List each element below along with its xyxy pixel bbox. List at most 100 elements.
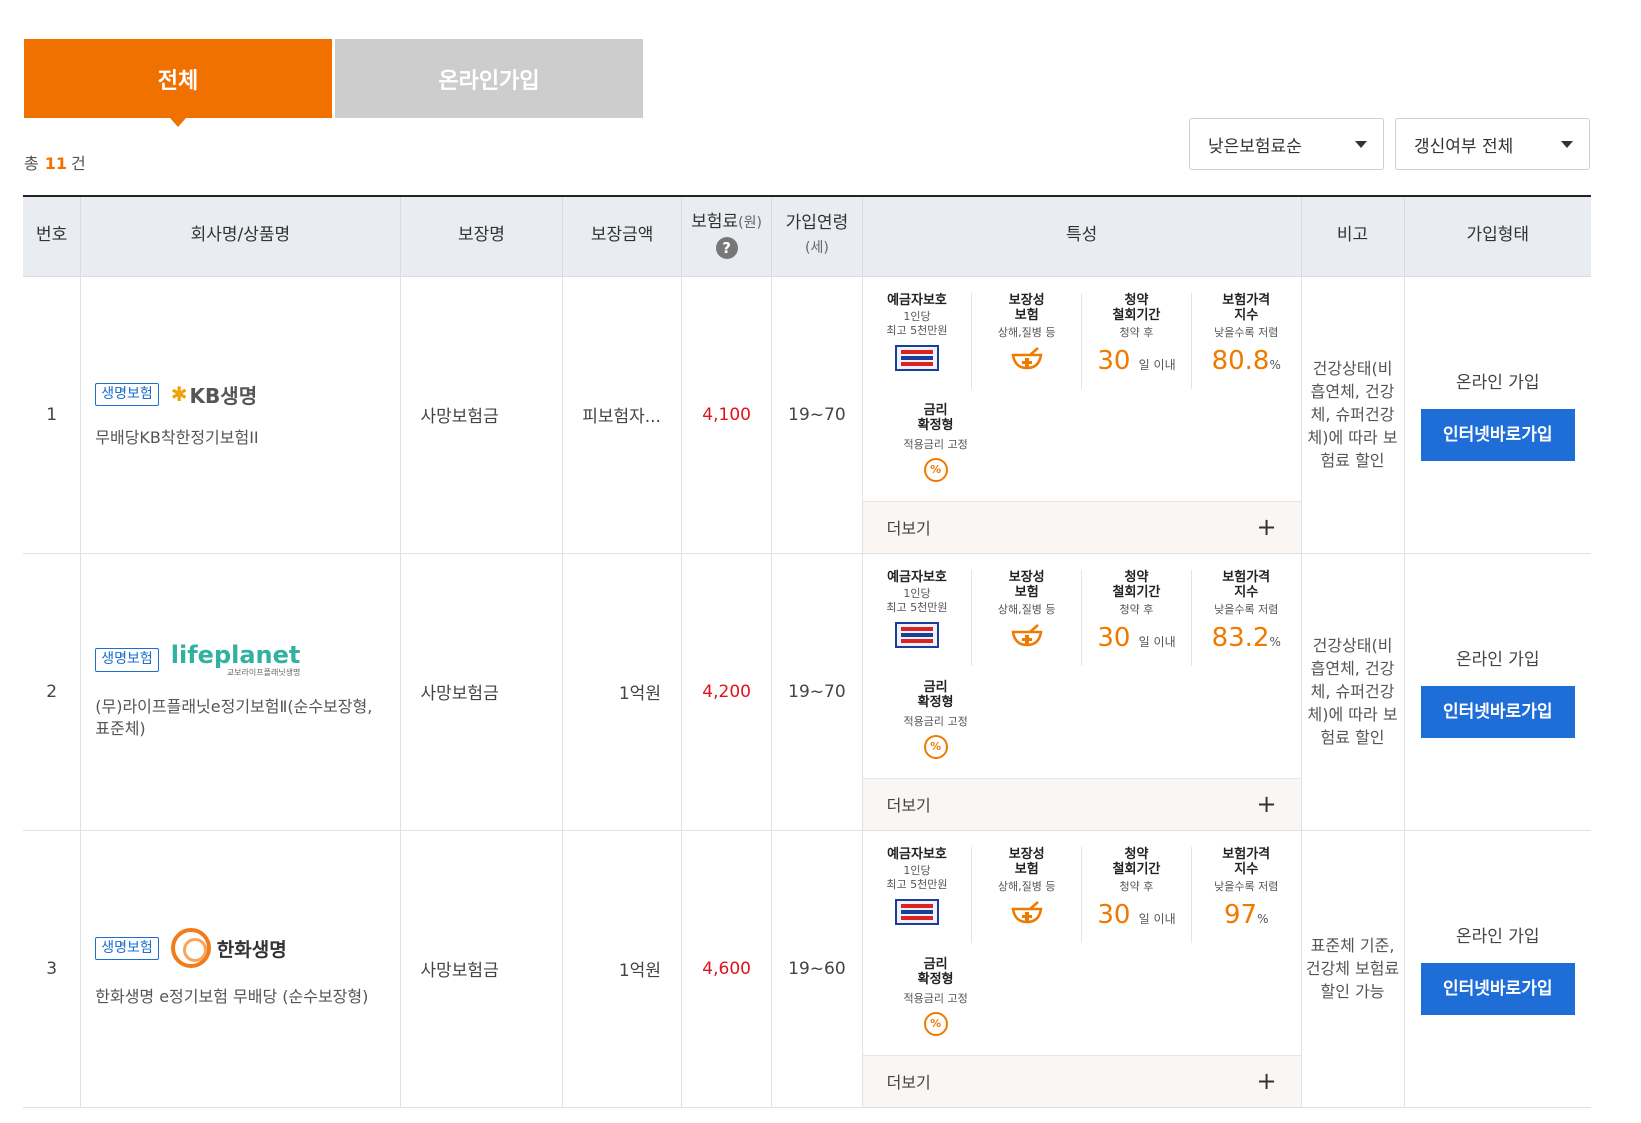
company-cell: 생명보험 lifeplanet 교보라이프플래닛생명 (무)라이프플래닛e정기보험Ⅱ(… <box>80 553 401 831</box>
internet-join-button[interactable]: 인터넷바로가입 <box>1420 409 1575 461</box>
chevron-down-icon <box>1561 141 1573 148</box>
percent-icon: % <box>923 457 948 482</box>
company-logo-text: lifeplanet <box>170 640 301 669</box>
category-badge: 생명보험 <box>95 648 159 672</box>
features-cell: 예금자보호 1인당 최고 5천만원 보장성 보험 상해,질병 등 청약 철회기간 청약 후 30 … <box>862 830 1302 1108</box>
help-icon[interactable]: ? <box>715 237 738 260</box>
feature-deposit-protection: 예금자보호 1인당 최고 5천만원 <box>863 569 973 666</box>
coverage-name: 사망보험금 <box>400 276 564 554</box>
withdraw-days: 30 <box>1097 622 1131 653</box>
table-row: 2 생명보험 lifeplanet 교보라이프플래닛생명 (무)라이프플래닛e정기보험Ⅱ… <box>23 553 1591 831</box>
product-table: 번호 회사명/상품명 보장명 보장금액 보험료(원) ? 가입연령 (세) 특성… <box>23 195 1591 1108</box>
feature-price-index: 보험가격 지수 낮을수록 저렴 83.2% <box>1192 570 1301 666</box>
feature-title: 철회기간 <box>1112 308 1161 324</box>
more-button[interactable]: 더보기 + <box>862 1054 1301 1107</box>
premium-value: 4,200 <box>681 553 773 831</box>
company-logo-lifeplanet: lifeplanet 교보라이프플래닛생명 <box>171 643 301 678</box>
join-type-label: 온라인 가입 <box>1455 650 1540 670</box>
header-num: 번호 <box>23 196 82 277</box>
renewal-filter-value: 갱신여부 전체 <box>1414 136 1514 157</box>
percent-icon: % <box>923 734 948 759</box>
header-join-type: 가입형태 <box>1404 196 1591 277</box>
product-name[interactable]: 한화생명 e정기보험 무배당 (순수보장형) <box>95 986 387 1008</box>
feature-protection-insurance: 보장성 보험 상해,질병 등 <box>972 846 1083 943</box>
count-suffix: 건 <box>71 154 86 173</box>
feature-title: 청약 <box>1124 292 1149 308</box>
company-logo-hanwha: 한화생명 <box>170 928 287 969</box>
coverage-name: 사망보험금 <box>400 553 564 831</box>
feature-title: 보험가격 <box>1222 569 1271 585</box>
row-number: 2 <box>23 553 82 831</box>
feature-title: 보험 <box>1014 862 1039 878</box>
feature-title: 확정형 <box>917 695 954 711</box>
kdic-emblem-icon <box>894 898 939 925</box>
category-badge: 생명보험 <box>95 936 159 960</box>
feature-sub: 청약 후 <box>1119 325 1154 339</box>
premium-value: 4,600 <box>681 830 773 1108</box>
result-count: 총 11 건 <box>24 150 86 174</box>
plus-icon: + <box>1256 790 1277 818</box>
internet-join-button[interactable]: 인터넷바로가입 <box>1420 686 1575 738</box>
internet-join-button[interactable]: 인터넷바로가입 <box>1420 963 1575 1015</box>
note-text: 건강상태(비흡연체, 건강체, 슈퍼건강체)에 따라 보험료 할인 <box>1301 276 1405 554</box>
price-index-unit: % <box>1257 911 1269 926</box>
price-index-value: 97 <box>1223 899 1258 930</box>
more-label: 더보기 <box>886 1073 931 1092</box>
more-button[interactable]: 더보기 + <box>862 500 1301 553</box>
company-cell: 생명보험 ✱ KB생명무배당KB착한정기보험II <box>80 276 401 554</box>
more-button[interactable]: 더보기 + <box>862 777 1301 830</box>
feature-title: 금리 <box>923 402 948 418</box>
feature-protection-insurance: 보장성 보험 상해,질병 등 <box>972 292 1083 389</box>
product-name[interactable]: (무)라이프플래닛e정기보험Ⅱ(순수보장형, 표준체) <box>95 696 387 741</box>
note-text: 표준체 기준, 건강체 보험료 할인 가능 <box>1301 830 1405 1108</box>
header-age: 가입연령 (세) <box>771 196 863 277</box>
header-premium-unit: (원) <box>738 215 762 232</box>
medical-bowl-icon <box>1011 624 1043 647</box>
coverage-name: 사망보험금 <box>400 830 564 1108</box>
join-type-label: 온라인 가입 <box>1455 927 1540 947</box>
renewal-filter-select[interactable]: 갱신여부 전체 <box>1395 118 1590 170</box>
join-cell: 온라인 가입 인터넷바로가입 <box>1404 276 1591 554</box>
percent-icon: % <box>923 1011 948 1036</box>
feature-sub: 적용금리 고정 <box>903 437 968 451</box>
tab-online-join[interactable]: 온라인가입 <box>335 39 643 118</box>
feature-title: 보장성 <box>1008 846 1045 862</box>
coverage-amount: 1억원 <box>562 830 682 1108</box>
feature-title: 금리 <box>923 679 948 695</box>
plus-icon: + <box>1256 513 1277 541</box>
count-value: 11 <box>44 154 67 173</box>
tab-all[interactable]: 전체 <box>24 39 332 127</box>
feature-sub: 1인당 <box>903 310 931 324</box>
feature-fixed-rate: 금리 확정형 적용금리 고정% <box>863 389 1301 501</box>
feature-title: 예금자보호 <box>887 846 947 862</box>
feature-sub: 낮을수록 저렴 <box>1214 325 1279 339</box>
feature-title: 지수 <box>1234 862 1259 878</box>
header-age-unit: (세) <box>805 240 829 257</box>
count-prefix: 총 <box>24 154 39 173</box>
feature-title: 예금자보호 <box>887 569 947 585</box>
sort-select[interactable]: 낮은보험료순 <box>1189 118 1384 170</box>
feature-withdrawal-period: 청약 철회기간 청약 후 30 일 이내 <box>1082 569 1192 666</box>
features-cell: 예금자보호 1인당 최고 5천만원 보장성 보험 상해,질병 등 청약 철회기간 청약 후 30 … <box>862 553 1302 831</box>
feature-price-index: 보험가격 지수 낮을수록 저렴 97% <box>1192 847 1301 943</box>
table-header-row: 번호 회사명/상품명 보장명 보장금액 보험료(원) ? 가입연령 (세) 특성… <box>23 196 1591 277</box>
table-row: 3 생명보험 한화생명 한화생명 e정기보험 무배당 (순수보장형) 사망보험금 1억원 4… <box>23 830 1591 1108</box>
company-logo-subtext: 교보라이프플래닛생명 <box>226 667 301 677</box>
chevron-down-icon <box>1355 141 1367 148</box>
category-badge: 생명보험 <box>95 382 159 406</box>
feature-sub: 낮을수록 저렴 <box>1214 879 1279 893</box>
coverage-amount: 1억원 <box>562 553 682 831</box>
features-cell: 예금자보호 1인당 최고 5천만원 보장성 보험 상해,질병 등 청약 철회기간 청약 후 30 … <box>862 276 1302 554</box>
withdraw-unit: 일 이내 <box>1138 357 1176 372</box>
header-company: 회사명/상품명 <box>80 196 401 277</box>
price-index-unit: % <box>1269 357 1281 372</box>
feature-sub: 낮을수록 저렴 <box>1214 602 1279 616</box>
kdic-emblem-icon <box>894 621 939 648</box>
join-cell: 온라인 가입인터넷바로가입 <box>1404 830 1591 1108</box>
feature-sub: 상해,질병 등 <box>997 602 1056 616</box>
product-name[interactable]: 무배당KB착한정기보험II <box>95 427 387 449</box>
sort-select-value: 낮은보험료순 <box>1208 136 1302 157</box>
feature-price-index: 보험가격 지수 낮을수록 저렴 80.8% <box>1192 293 1301 389</box>
medical-bowl-icon <box>1011 347 1043 370</box>
company-logo-kb: ✱ KB생명 <box>171 380 257 409</box>
